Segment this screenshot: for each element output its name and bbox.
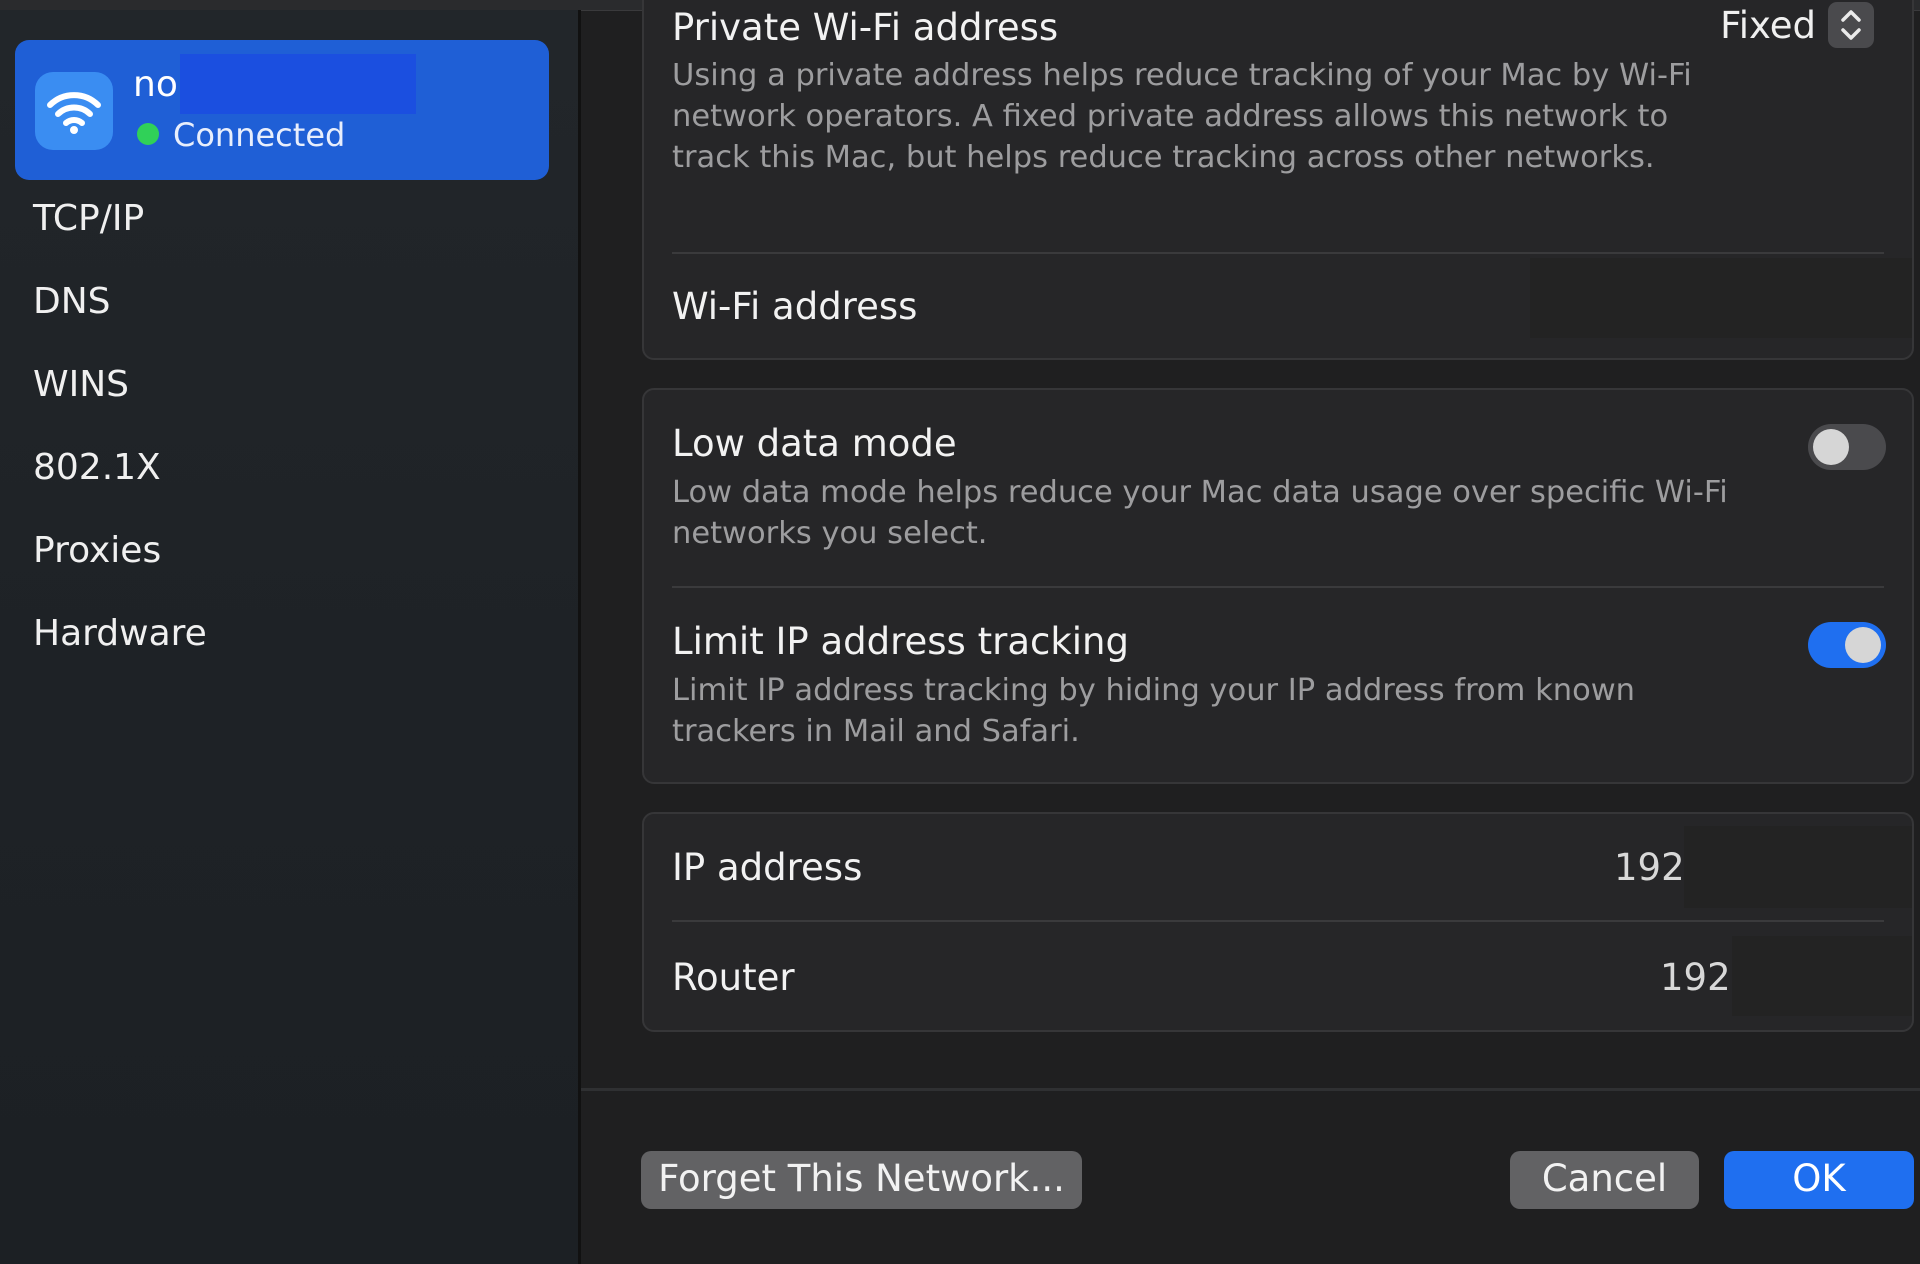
sidebar-item-8021x[interactable]: 802.1X [33,447,161,488]
limit-ip-title: Limit IP address tracking [672,620,1129,663]
limit-ip-description: Limit IP address tracking by hiding your… [672,673,1635,749]
private-address-description: Using a private address helps reduce tra… [672,58,1692,175]
divider [672,920,1884,922]
wifi-icon [47,92,101,134]
up-down-chevron-icon [1841,10,1861,40]
sidebar-item-hardware[interactable]: Hardware [33,613,207,654]
privacy-options-section: Low data mode Low data mode helps reduce… [642,388,1914,784]
private-address-popup[interactable] [1828,2,1874,48]
private-address-section: Private Wi-Fi address Fixed Using a priv… [642,0,1914,360]
sidebar-item-tcpip[interactable]: TCP/IP [33,198,144,239]
wifi-badge [35,72,113,150]
toggle-knob [1813,429,1849,465]
network-name: no [133,64,178,105]
network-name-redaction [180,54,416,114]
ip-address-label: IP address [672,846,863,889]
forget-network-button[interactable]: Forget This Network... [641,1151,1082,1209]
private-address-value[interactable]: Fixed [1720,4,1816,47]
ip-address-redaction [1684,826,1912,908]
sidebar-item-dns[interactable]: DNS [33,281,111,322]
wifi-address-redaction [1530,258,1912,338]
sidebar-item-proxies[interactable]: Proxies [33,530,161,571]
wifi-address-label: Wi-Fi address [672,285,918,328]
ok-button[interactable]: OK [1724,1151,1914,1209]
low-data-toggle[interactable] [1808,424,1886,470]
footer-divider [581,1088,1920,1091]
divider [672,586,1884,588]
low-data-description: Low data mode helps reduce your Mac data… [672,475,1728,551]
router-value: 192. [1660,956,1743,999]
sidebar: no Connected TCP/IP DNS WINS 802.1X Prox… [0,10,581,1264]
toggle-knob [1845,627,1881,663]
sidebar-item-wins[interactable]: WINS [33,364,129,405]
network-header-selected[interactable]: no Connected [15,40,549,180]
limit-ip-toggle[interactable] [1808,622,1886,668]
network-status: Connected [173,116,346,154]
router-redaction [1732,936,1912,1016]
divider [672,252,1884,254]
low-data-title: Low data mode [672,422,957,465]
cancel-button[interactable]: Cancel [1510,1151,1699,1209]
status-dot-icon [137,123,159,145]
router-label: Router [672,956,795,999]
private-address-title: Private Wi-Fi address [672,6,1059,49]
addresses-section: IP address 192. Router 192. [642,812,1914,1032]
